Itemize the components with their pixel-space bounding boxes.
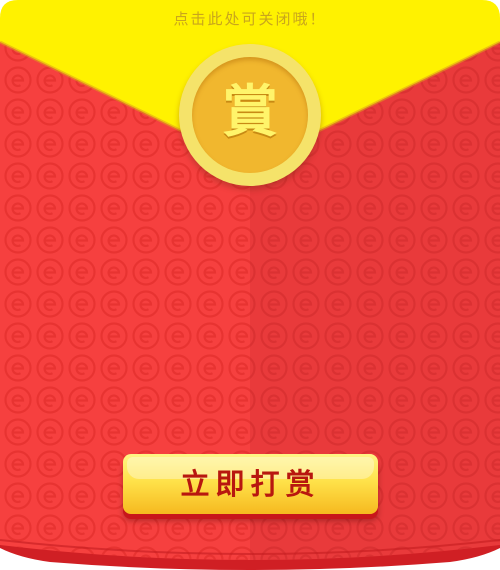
coin-face: 賞 (192, 57, 308, 173)
tip-now-button[interactable]: 立即打赏 (123, 454, 378, 514)
reward-coin-icon[interactable]: 賞 (179, 44, 321, 186)
close-hint-text[interactable]: 点击此处可关闭哦！ (0, 8, 500, 29)
coin-character: 賞 (222, 80, 278, 145)
tip-now-button-label: 立即打赏 (180, 467, 321, 501)
red-envelope: 点击此处可关闭哦！ 賞 立即打赏 (0, 0, 500, 570)
